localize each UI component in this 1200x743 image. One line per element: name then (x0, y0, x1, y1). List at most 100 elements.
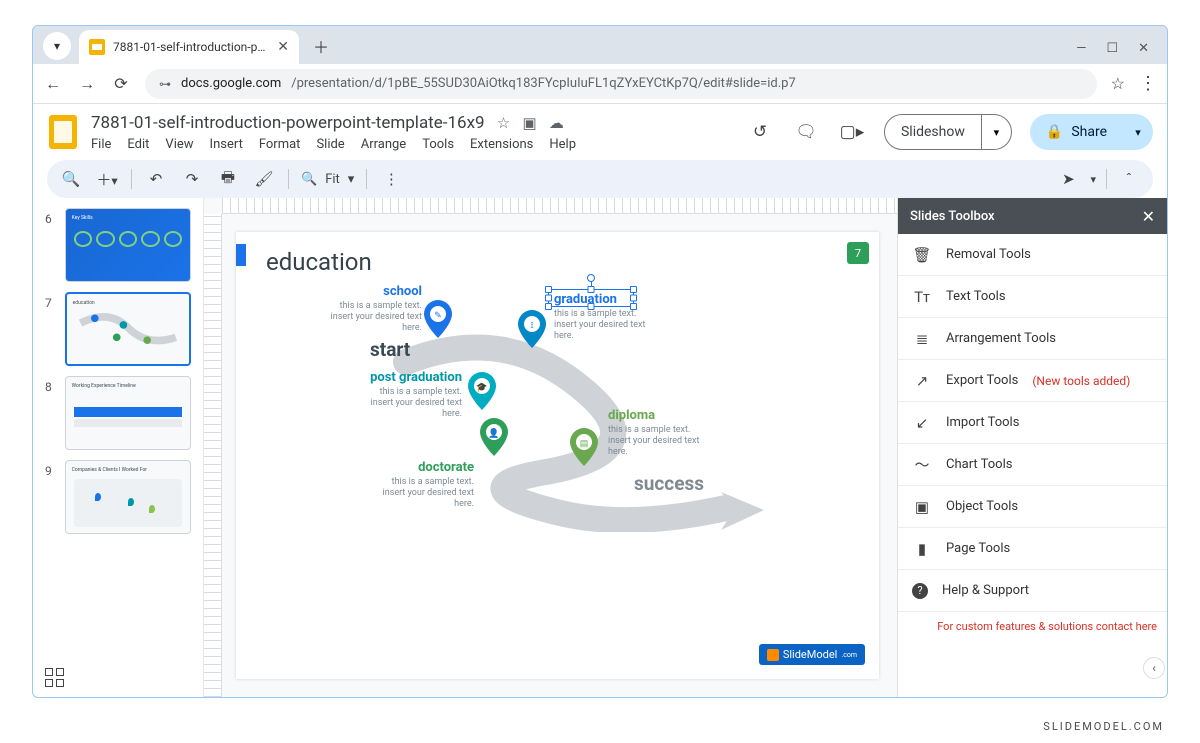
slide[interactable]: 7 education ✎ ⟟ 🎓 👤 ▤ school this is a s (236, 232, 879, 679)
tool-arrangement[interactable]: ≣Arrangement Tools (898, 318, 1167, 360)
tool-text[interactable]: TᴛText Tools (898, 276, 1167, 318)
slides-logo[interactable] (47, 112, 79, 152)
thumbnail-8[interactable]: Working Experience Timeline (65, 376, 191, 450)
node-school-label[interactable]: school (262, 284, 422, 299)
site-info-icon[interactable]: ⊶ (159, 77, 171, 91)
search-menu-icon[interactable]: 🔍 (59, 170, 83, 188)
minimize-button[interactable]: — (1076, 41, 1086, 56)
node-doctorate-label[interactable]: doctorate (314, 460, 474, 475)
pin-school[interactable]: ✎ (424, 300, 452, 338)
close-tab-icon[interactable]: ✕ (277, 39, 289, 55)
close-window-button[interactable]: ✕ (1138, 41, 1149, 56)
forward-button[interactable]: → (77, 74, 97, 94)
thumbnail-6[interactable]: Key Skills (65, 208, 191, 282)
back-button[interactable]: ← (43, 74, 63, 94)
panel-title: Slides Toolbox (910, 209, 995, 224)
menu-format[interactable]: Format (259, 137, 301, 152)
share-button[interactable]: 🔒 Share (1030, 114, 1123, 150)
title-area: 7881-01-self-introduction-powerpoint-tem… (91, 113, 734, 152)
trash-icon: 🗑 (912, 246, 932, 264)
pointer-options[interactable]: ▾ (1090, 173, 1096, 186)
menu-help[interactable]: Help (549, 137, 576, 152)
node-diploma-label[interactable]: diploma (608, 408, 768, 423)
lock-icon: 🔒 (1046, 124, 1063, 140)
tool-export[interactable]: ↗Export Tools (New tools added) (898, 360, 1167, 402)
cloud-saved-icon[interactable]: ☁ (549, 114, 564, 132)
rotate-handle[interactable] (587, 274, 595, 282)
menu-view[interactable]: View (165, 137, 193, 152)
sample-text[interactable]: this is a sample text.insert your desire… (314, 477, 474, 509)
url-input[interactable]: ⊶ docs.google.com/presentation/d/1pBE_55… (145, 69, 1097, 99)
browser-menu-icon[interactable]: ⋮ (1139, 73, 1157, 94)
panel-footer-link[interactable]: For custom features & solutions contact … (898, 612, 1167, 641)
slideshow-options[interactable]: ▾ (982, 114, 1012, 150)
new-slide-button[interactable]: ＋▾ (95, 169, 119, 190)
menu-file[interactable]: File (91, 137, 111, 152)
tool-object[interactable]: ▣Object Tools (898, 486, 1167, 528)
new-tab-button[interactable]: ＋ (307, 32, 335, 60)
pin-graduation[interactable]: ⟟ (518, 310, 546, 348)
comments-icon[interactable]: 🗨 (792, 118, 820, 146)
pin-diploma[interactable]: ▤ (570, 428, 598, 466)
grid-view-button[interactable] (45, 668, 64, 687)
star-doc-icon[interactable]: ☆ (497, 114, 510, 132)
reload-button[interactable]: ⟳ (111, 74, 131, 93)
hide-panel-icon[interactable]: ˆ (1117, 170, 1141, 188)
success-word[interactable]: success (634, 472, 704, 495)
zoom-icon: 🔍 (301, 172, 317, 187)
tool-removal[interactable]: 🗑Removal Tools (898, 234, 1167, 276)
watermark: SLIDEMODEL.COM (1043, 720, 1164, 733)
tool-chart[interactable]: 〜Chart Tools (898, 444, 1167, 486)
menu-edit[interactable]: Edit (127, 137, 149, 152)
close-panel-icon[interactable]: ✕ (1142, 207, 1155, 226)
start-word[interactable]: start (370, 338, 410, 361)
app-header: 7881-01-self-introduction-powerpoint-tem… (33, 104, 1167, 154)
paint-format-button[interactable]: 🖌 (252, 170, 276, 188)
pointer-tool-icon[interactable]: ➤ (1056, 170, 1080, 188)
tool-import[interactable]: ↙Import Tools (898, 402, 1167, 444)
tool-help[interactable]: ?Help & Support (898, 570, 1167, 612)
print-button[interactable]: 🖶 (216, 167, 240, 192)
logo-icon (767, 649, 779, 661)
pin-doctorate[interactable]: 👤 (480, 418, 508, 456)
menu-slide[interactable]: Slide (316, 137, 344, 152)
menu-tools[interactable]: Tools (422, 137, 454, 152)
canvas[interactable]: 7 education ✎ ⟟ 🎓 👤 ▤ school this is a s (203, 198, 897, 697)
slide-title[interactable]: education (266, 248, 372, 276)
slide-number-badge: 7 (847, 242, 869, 264)
redo-button[interactable]: ↷ (180, 170, 204, 188)
url-path: /presentation/d/1pBE_55SUD30AiOtkq183FYc… (291, 76, 796, 91)
menu-bar: File Edit View Insert Format Slide Arran… (91, 133, 734, 152)
sample-text[interactable]: this is a sample text.insert your desire… (262, 301, 422, 333)
document-name[interactable]: 7881-01-self-introduction-powerpoint-tem… (91, 113, 734, 133)
thumbnail-7[interactable]: education (65, 292, 191, 366)
tool-page[interactable]: ▮Page Tools (898, 528, 1167, 570)
sample-text[interactable]: this is a sample text.insert your desire… (554, 309, 714, 341)
slides-toolbox-panel: Slides Toolbox ✕ 🗑Removal Tools TᴛText T… (897, 198, 1167, 697)
more-tools-icon[interactable]: ⋮ (379, 170, 403, 188)
tab-search-button[interactable]: ▾ (43, 32, 71, 60)
move-doc-icon[interactable]: ▣ (522, 114, 536, 132)
menu-arrange[interactable]: Arrange (361, 137, 406, 152)
share-options[interactable]: ▾ (1123, 114, 1153, 150)
node-postgrad-label[interactable]: post graduation (302, 370, 462, 385)
tab-strip: ▾ 7881-01-self-introduction-pow ✕ ＋ — ☐ … (33, 26, 1167, 64)
browser-tab[interactable]: 7881-01-self-introduction-pow ✕ (79, 30, 299, 64)
thumbnail-9[interactable]: Companies & Clients I Worked For (65, 460, 191, 534)
ruler-vertical (204, 214, 222, 697)
slideshow-button[interactable]: Slideshow (884, 114, 982, 150)
menu-extensions[interactable]: Extensions (470, 137, 533, 152)
bookmark-icon[interactable]: ☆ (1111, 74, 1125, 93)
sample-text[interactable]: this is a sample text.insert your desire… (608, 425, 768, 457)
sample-text[interactable]: this is a sample text.insert your desire… (302, 387, 462, 419)
slides-favicon (89, 39, 105, 55)
zoom-control[interactable]: 🔍 Fit ▾ (301, 172, 354, 187)
history-icon[interactable]: ↺ (746, 118, 774, 146)
selection-box[interactable] (548, 289, 634, 307)
maximize-button[interactable]: ☐ (1106, 41, 1118, 56)
undo-button[interactable]: ↶ (144, 170, 168, 188)
pin-postgrad[interactable]: 🎓 (468, 372, 496, 410)
meet-icon[interactable]: ▢▸ (838, 118, 866, 146)
menu-insert[interactable]: Insert (210, 137, 243, 152)
collapse-panel-button[interactable]: ‹ (1143, 657, 1165, 679)
